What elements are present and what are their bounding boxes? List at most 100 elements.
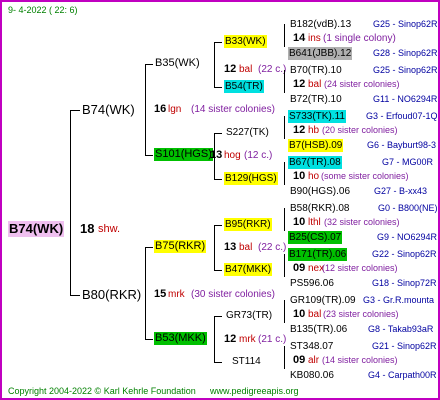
footer-copyright: Copyright 2004-2022 © Karl Kehrle Founda… [8, 386, 196, 396]
gen4-ref: G18 - Sinop72R [372, 278, 437, 288]
root-loc: shw. [98, 223, 121, 235]
connector [214, 270, 222, 271]
gen3-count: 12 [293, 78, 306, 90]
connector [284, 300, 285, 323]
gen3-loc: hb [308, 125, 320, 136]
gen3-count: 10 [293, 216, 306, 228]
footer-url[interactable]: www.pedigreeapis.org [210, 385, 299, 398]
gen2-queen: S101(HGS) [154, 148, 213, 161]
gen2-count: 13 [210, 149, 223, 161]
gen2-loc: mrk [239, 334, 256, 345]
gen1-note: (30 sister colonies) [191, 289, 275, 300]
connector [214, 133, 222, 134]
gen3-note: (24 sister colonies) [324, 79, 400, 89]
gen3-queen: B54(TR) [224, 80, 264, 93]
gen3-queen: B95(RKR) [224, 218, 272, 231]
gen4-queen: B67(TR).08 [288, 156, 342, 169]
connector [284, 162, 285, 185]
connector [70, 110, 71, 296]
gen4-ref: G25 - Sinop62R [373, 65, 438, 75]
gen3-count: 10 [293, 170, 306, 182]
gen3-loc: ho [308, 171, 320, 182]
gen3-queen: S227(TK) [226, 127, 269, 138]
gen4-queen: ST348.07 [290, 341, 334, 352]
gen1-count: 16 [154, 103, 167, 115]
gen2-queen: B35(WK) [155, 57, 200, 69]
gen4-queen: B7(HSB).09 [288, 139, 344, 152]
gen4-ref: G22 - Sinop62R [372, 249, 437, 259]
gen3-note: (14 sister colonies) [322, 355, 398, 365]
gen2-note: (12 c.) [244, 150, 273, 161]
gen4-ref: G21 - Sinop62R [372, 341, 437, 351]
gen2-note: (22 c.) [258, 242, 287, 253]
gen3-note: (20 sister colonies) [322, 125, 398, 135]
connector [145, 64, 153, 65]
gen1-queen: B74(WK) [82, 102, 135, 117]
root-queen: B74(WK) [8, 221, 65, 237]
gen3-loc: ins [308, 33, 321, 44]
connector [284, 116, 285, 139]
gen3-queen: GR73(TR) [226, 310, 273, 321]
date-stamp: 9- 4-2022 ( 22: 6) [8, 5, 78, 15]
connector [214, 133, 215, 179]
connector [214, 225, 222, 226]
gen1-loc: mrk [168, 289, 185, 300]
gen4-queen: PS596.06 [290, 278, 334, 289]
gen4-ref: G3 - Gr.R.mounta [363, 295, 435, 305]
connector [145, 247, 146, 339]
gen3-note: (some sister colonies) [321, 171, 409, 181]
gen3-queen: B33(WK) [224, 35, 267, 48]
gen3-loc: bal [308, 309, 322, 320]
gen3-note: (32 sister colonies) [324, 217, 400, 227]
gen4-ref: G3 - Erfoud07-1Q [366, 111, 438, 121]
root-count: 18 [80, 221, 95, 236]
gen4-queen: B171(TR).06 [288, 248, 348, 261]
gen3-count: 10 [293, 308, 306, 320]
connector [145, 339, 153, 340]
gen2-queen: B53(MKK) [154, 332, 207, 345]
gen4-queen: B135(TR).06 [290, 324, 348, 335]
gen4-ref: G7 - MG00R [382, 157, 434, 167]
gen1-loc: lgn [168, 104, 182, 115]
gen2-count: 12 [224, 63, 237, 75]
gen4-queen: B90(HGS).06 [290, 186, 351, 197]
gen3-loc: lthl [308, 217, 321, 228]
connector [214, 362, 222, 363]
gen3-count: 12 [293, 124, 306, 136]
gen3-count: 09 [293, 262, 306, 274]
gen3-queen: B129(HGS) [224, 172, 278, 185]
connector [214, 87, 222, 88]
gen4-queen: B25(CS).07 [288, 231, 343, 244]
gen3-loc: alr [308, 355, 320, 366]
gen4-ref: G8 - Takab93aR [368, 324, 434, 334]
gen4-queen: B641(JBB).12 [288, 47, 353, 60]
gen3-queen: B47(MKK) [224, 263, 273, 276]
connector [145, 155, 153, 156]
gen2-note: (21 c.) [258, 334, 287, 345]
gen4-queen: KB080.06 [290, 370, 334, 381]
gen3-note: (12 sister colonies) [322, 263, 398, 273]
pedigree-frame: 9- 4-2022 ( 22: 6) B74(WK) 18 shw. B74(W… [0, 0, 440, 400]
gen4-ref: G27 - B-xx43 [374, 186, 428, 196]
connector [284, 208, 285, 231]
connector [145, 64, 146, 155]
gen4-queen: B70(TR).10 [290, 65, 342, 76]
gen4-queen: B58(RKR).08 [290, 203, 350, 214]
gen2-note: (22 c.) [258, 64, 287, 75]
connector [214, 316, 215, 362]
gen2-queen: B75(RKR) [154, 240, 207, 253]
gen4-queen: B182(vdB).13 [290, 19, 352, 30]
gen2-count: 12 [224, 333, 237, 345]
connector [284, 254, 285, 277]
gen3-note: (23 sister colonies) [323, 309, 399, 319]
gen4-queen: S733(TK).11 [288, 110, 346, 123]
gen4-ref: G28 - Sinop62R [373, 48, 438, 58]
connector [214, 225, 215, 270]
gen4-ref: G4 - Carpath00R [368, 370, 437, 380]
gen3-count: 09 [293, 354, 306, 366]
gen4-queen: GR109(TR).09 [290, 295, 356, 306]
connector [284, 24, 285, 47]
gen4-ref: G9 - NO6294R [377, 232, 438, 242]
gen1-note: (14 sister colonies) [191, 104, 275, 115]
connector [214, 42, 215, 87]
